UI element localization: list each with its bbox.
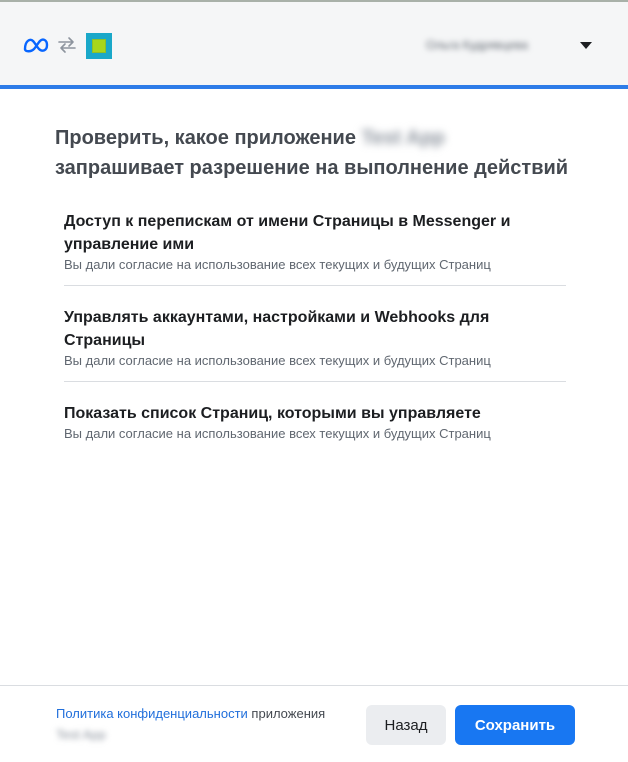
- title-text: Проверить, какое приложение: [55, 127, 356, 149]
- permission-description: Вы дали согласие на использование всех т…: [64, 353, 491, 368]
- title-text-rest: запрашивает разрешение на выполнение дей…: [55, 157, 569, 179]
- permission-item: Управлять аккаунтами, настройками и Webh…: [64, 285, 566, 381]
- meta-logo-icon: [23, 38, 49, 53]
- privacy-policy-app-name: Test App: [56, 727, 106, 742]
- permission-title: Доступ к перепискам от имени Страницы в …: [64, 213, 511, 253]
- permission-item: Показать список Страниц, которыми вы упр…: [64, 381, 566, 454]
- privacy-policy-text: Политика конфиденциальности приложения T…: [56, 706, 346, 743]
- privacy-policy-link[interactable]: Политика конфиденциальности: [56, 706, 248, 721]
- footer-bar: Политика конфиденциальности приложения T…: [0, 685, 628, 762]
- app-icon: [86, 33, 112, 59]
- swap-arrows-icon: [58, 37, 76, 53]
- header-bar: Ольга Кудрявцева: [0, 2, 628, 85]
- app-icon-inner: [92, 39, 106, 53]
- header-accent-stripe: [0, 85, 628, 89]
- caret-down-icon[interactable]: [580, 42, 592, 49]
- title-app-name: Test App: [361, 127, 445, 149]
- permission-title: Управлять аккаунтами, настройками и Webh…: [64, 309, 490, 349]
- page-title: Проверить, какое приложение Test App зап…: [55, 123, 595, 183]
- save-button[interactable]: Сохранить: [455, 705, 575, 745]
- back-button[interactable]: Назад: [366, 705, 446, 745]
- account-name[interactable]: Ольга Кудрявцева: [426, 34, 572, 56]
- permission-title: Показать список Страниц, которыми вы упр…: [64, 405, 481, 422]
- permission-description: Вы дали согласие на использование всех т…: [64, 426, 491, 441]
- privacy-policy-suffix: приложения: [251, 706, 326, 721]
- permission-list: Доступ к перепискам от имени Страницы в …: [64, 210, 566, 454]
- permission-description: Вы дали согласие на использование всех т…: [64, 257, 491, 272]
- permission-item: Доступ к перепискам от имени Страницы в …: [64, 210, 566, 285]
